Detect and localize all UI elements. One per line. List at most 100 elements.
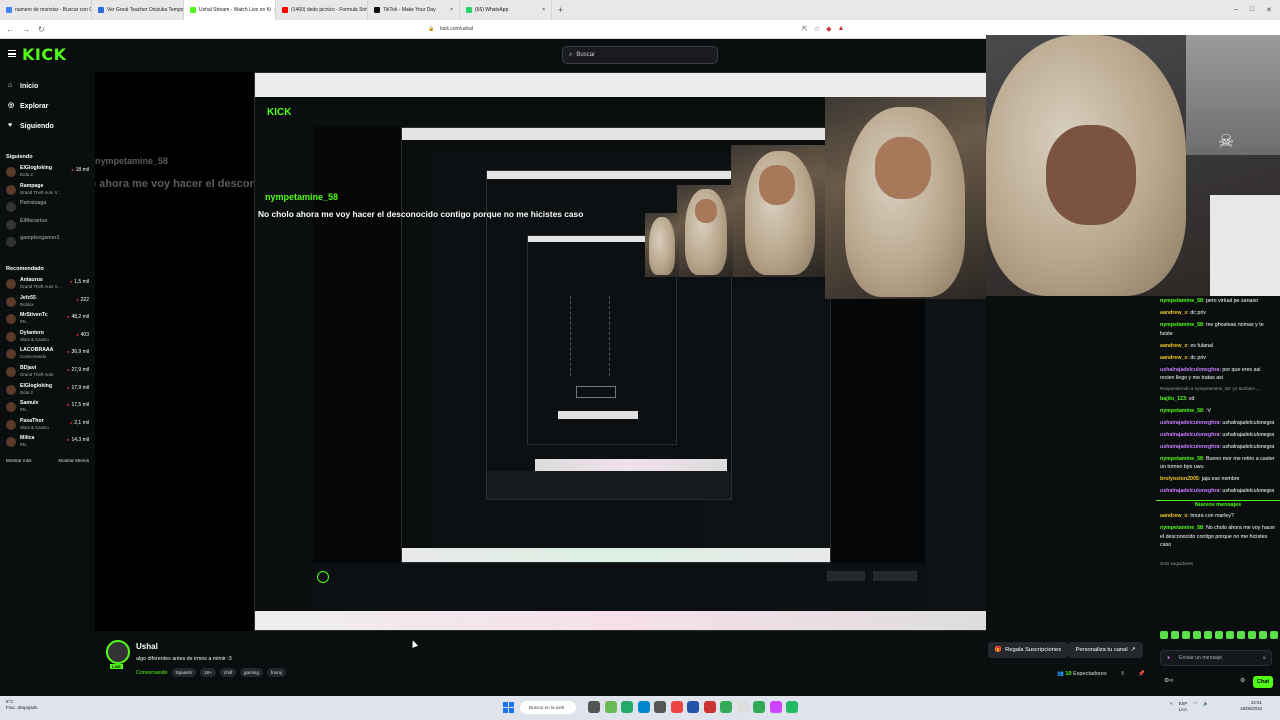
chat-username[interactable]: brolyoslon2005 [1160, 476, 1199, 482]
nav-inicio[interactable]: ⌂ Inicio [0, 76, 95, 96]
tag[interactable]: funny [266, 668, 287, 677]
browser-tab[interactable]: (1460) dedo picnico - Formula Snivial Gl… [276, 0, 368, 20]
clock[interactable]: 22:51 18/06/2023 [1240, 700, 1262, 712]
chat-username[interactable]: aandrew_x [1160, 343, 1187, 349]
chevron-up-icon[interactable]: ˄ [1170, 701, 1173, 713]
emote-icon[interactable] [1171, 631, 1179, 639]
sidebar-channel[interactable]: PaxaThorSlots & Casino2,1 mil [0, 417, 95, 435]
forward-icon[interactable]: → [22, 25, 30, 34]
menu-icon[interactable] [8, 50, 16, 57]
reload-icon[interactable]: ↻ [38, 25, 45, 34]
video-player[interactable]: nympetamine_58 No cholo ahora me voy hac… [95, 72, 986, 631]
taskbar-app-icon[interactable] [786, 701, 798, 713]
volume-icon[interactable]: 🔈 [1203, 701, 1208, 713]
sidebar-channel[interactable]: MilicaIRL14,3 mil [0, 434, 95, 452]
taskbar-app-icon[interactable] [588, 701, 600, 713]
sidebar-channel[interactable]: MrStivenTcIRL48,2 mil [0, 311, 95, 329]
tag[interactable]: chill [219, 668, 236, 677]
tag[interactable]: Spanish [171, 668, 197, 677]
taskbar-app-icon[interactable] [637, 701, 650, 713]
emote-icon[interactable] [1226, 631, 1234, 639]
sidebar-channel[interactable]: Rampage Grand Theft Auto V... [0, 182, 95, 200]
weather-widget[interactable]: 8°C Frac. despejado [6, 699, 38, 711]
show-more-link[interactable]: Mostrar más [6, 458, 32, 463]
gear-icon[interactable]: ⚙ [1240, 677, 1245, 684]
chat-username[interactable]: nympetamine_58 [1160, 456, 1203, 462]
mic-icon[interactable]: ● [1167, 655, 1170, 661]
browser-tab[interactable]: (66) WhatsApp × [460, 0, 552, 20]
sidebar-channel[interactable]: AntaurusGrand Theft Auto V...1,5 mil [0, 276, 95, 294]
taskbar-app-icon[interactable] [703, 701, 716, 713]
sidebar-channel[interactable]: ElGloglokingDota 217,9 mil [0, 382, 95, 400]
sidebar-channel[interactable]: ElGloglokingDota 218 mil [0, 164, 95, 182]
kick-logo[interactable]: KICK [22, 45, 67, 64]
emote-icon[interactable] [1215, 631, 1223, 639]
pin-icon[interactable]: 📌 [1138, 671, 1145, 677]
chat-username[interactable]: nympetamine_58 [1160, 525, 1203, 531]
share-icon[interactable]: ⇪ [1120, 671, 1125, 677]
sidebar-channel[interactable]: DylanteroSlots & Casino403 [0, 329, 95, 347]
chat-username[interactable]: ushalrajadelculoneghra [1160, 420, 1219, 426]
tab-close-icon[interactable]: × [450, 7, 453, 13]
nav-siguiendo[interactable]: ♥ Siguiendo [0, 116, 95, 136]
taskbar-app-icon[interactable] [621, 701, 633, 713]
chat-username[interactable]: ushalrajadelculoneghra [1160, 444, 1219, 450]
emote-icon[interactable] [1193, 631, 1201, 639]
sidebar-channel[interactable]: BDjaviGrand Theft Auto27,9 mil [0, 364, 95, 382]
system-tray[interactable]: ˄ ESP LAA ◠ 🔈 [1170, 701, 1209, 713]
wifi-icon[interactable]: ◠ [1193, 701, 1197, 713]
taskbar-app-icon[interactable] [769, 701, 782, 713]
gift-subs-button[interactable]: 🎁 Regala Suscripciones [988, 642, 1068, 658]
streamer-avatar[interactable] [106, 640, 130, 664]
search-input[interactable]: ⌕ Buscar [562, 46, 718, 64]
browser-tab[interactable]: TikTok - Make Your Day × [368, 0, 460, 20]
emoji-icon[interactable]: ☺ [1262, 655, 1267, 661]
chat-username[interactable]: nympetamine_58 [1160, 408, 1203, 414]
share-icon[interactable]: ⇱ [802, 25, 808, 33]
new-messages-separator[interactable]: Nuevos mensajes [1156, 500, 1280, 509]
chat-username[interactable]: aandrew_x [1160, 513, 1187, 519]
brave-shield-icon[interactable]: ◆ [826, 25, 831, 33]
sidebar-channel[interactable]: Jefz55Roblox222 [0, 294, 95, 312]
emote-icon[interactable] [1237, 631, 1245, 639]
tab-close-icon[interactable]: × [542, 7, 545, 13]
taskbar-app-icon[interactable] [670, 701, 683, 713]
url-field[interactable]: 🔒 kick.com/ushal [428, 26, 473, 32]
maximize-icon[interactable]: □ [1250, 6, 1254, 14]
start-button[interactable] [503, 702, 514, 713]
emote-icon[interactable] [1204, 631, 1212, 639]
tag[interactable]: 18+ [200, 668, 216, 677]
taskbar-app-icon[interactable] [654, 701, 666, 713]
emote-icon[interactable] [1270, 631, 1278, 639]
chat-username[interactable]: aandrew_x [1160, 355, 1187, 361]
browser-tab[interactable]: Ushal Stream - Watch Live on Ki× [184, 0, 276, 20]
brave-rewards-icon[interactable]: ▲ [838, 25, 845, 33]
new-tab-icon[interactable]: + [552, 5, 569, 15]
taskbar-app-icon[interactable] [753, 701, 765, 713]
sidebar-channel[interactable]: SamulxIRL17,5 mil [0, 399, 95, 417]
taskbar-app-icon[interactable] [720, 701, 732, 713]
chat-settings-icon[interactable]: ⚙∞ [1164, 677, 1174, 684]
chat-input[interactable]: ● Enviar un mensaje ☺ [1160, 650, 1272, 666]
emote-icon[interactable] [1182, 631, 1190, 639]
stream-category[interactable]: Conversando [136, 670, 168, 676]
taskbar-app-icon[interactable] [604, 701, 617, 713]
show-less-link[interactable]: Mostrar Menos [58, 458, 89, 463]
taskbar-app-icon[interactable] [736, 701, 749, 713]
chat-username[interactable]: ushalrajadelculoneghra [1160, 488, 1219, 494]
back-icon[interactable]: ← [6, 25, 14, 34]
chat-send-button[interactable]: Chat [1253, 676, 1273, 688]
browser-tab[interactable]: Ver Great Teacher Onizuka Tempora× [92, 0, 184, 20]
taskbar-search[interactable]: Buscar en la web [520, 701, 576, 714]
minimize-icon[interactable]: – [1234, 6, 1238, 14]
chat-username[interactable]: bajito_123 [1160, 396, 1186, 402]
sidebar-channel[interactable]: gamplexgamer1 [0, 234, 95, 252]
chat-username[interactable]: nympetamine_58 [1160, 322, 1203, 328]
sidebar-channel[interactable]: LACOBRAAAConversando36,9 mil [0, 346, 95, 364]
chat-username[interactable]: nympetamine_58 [1160, 298, 1203, 304]
chat-username[interactable]: ushalrajadelculoneghra [1160, 432, 1219, 438]
sidebar-channel[interactable]: ElMacarius [0, 217, 95, 235]
browser-tab[interactable]: numero de monstar - Buscar con Go× [0, 0, 92, 20]
emote-icon[interactable] [1259, 631, 1267, 639]
nav-explorar[interactable]: ◎ Explorar [0, 96, 95, 116]
